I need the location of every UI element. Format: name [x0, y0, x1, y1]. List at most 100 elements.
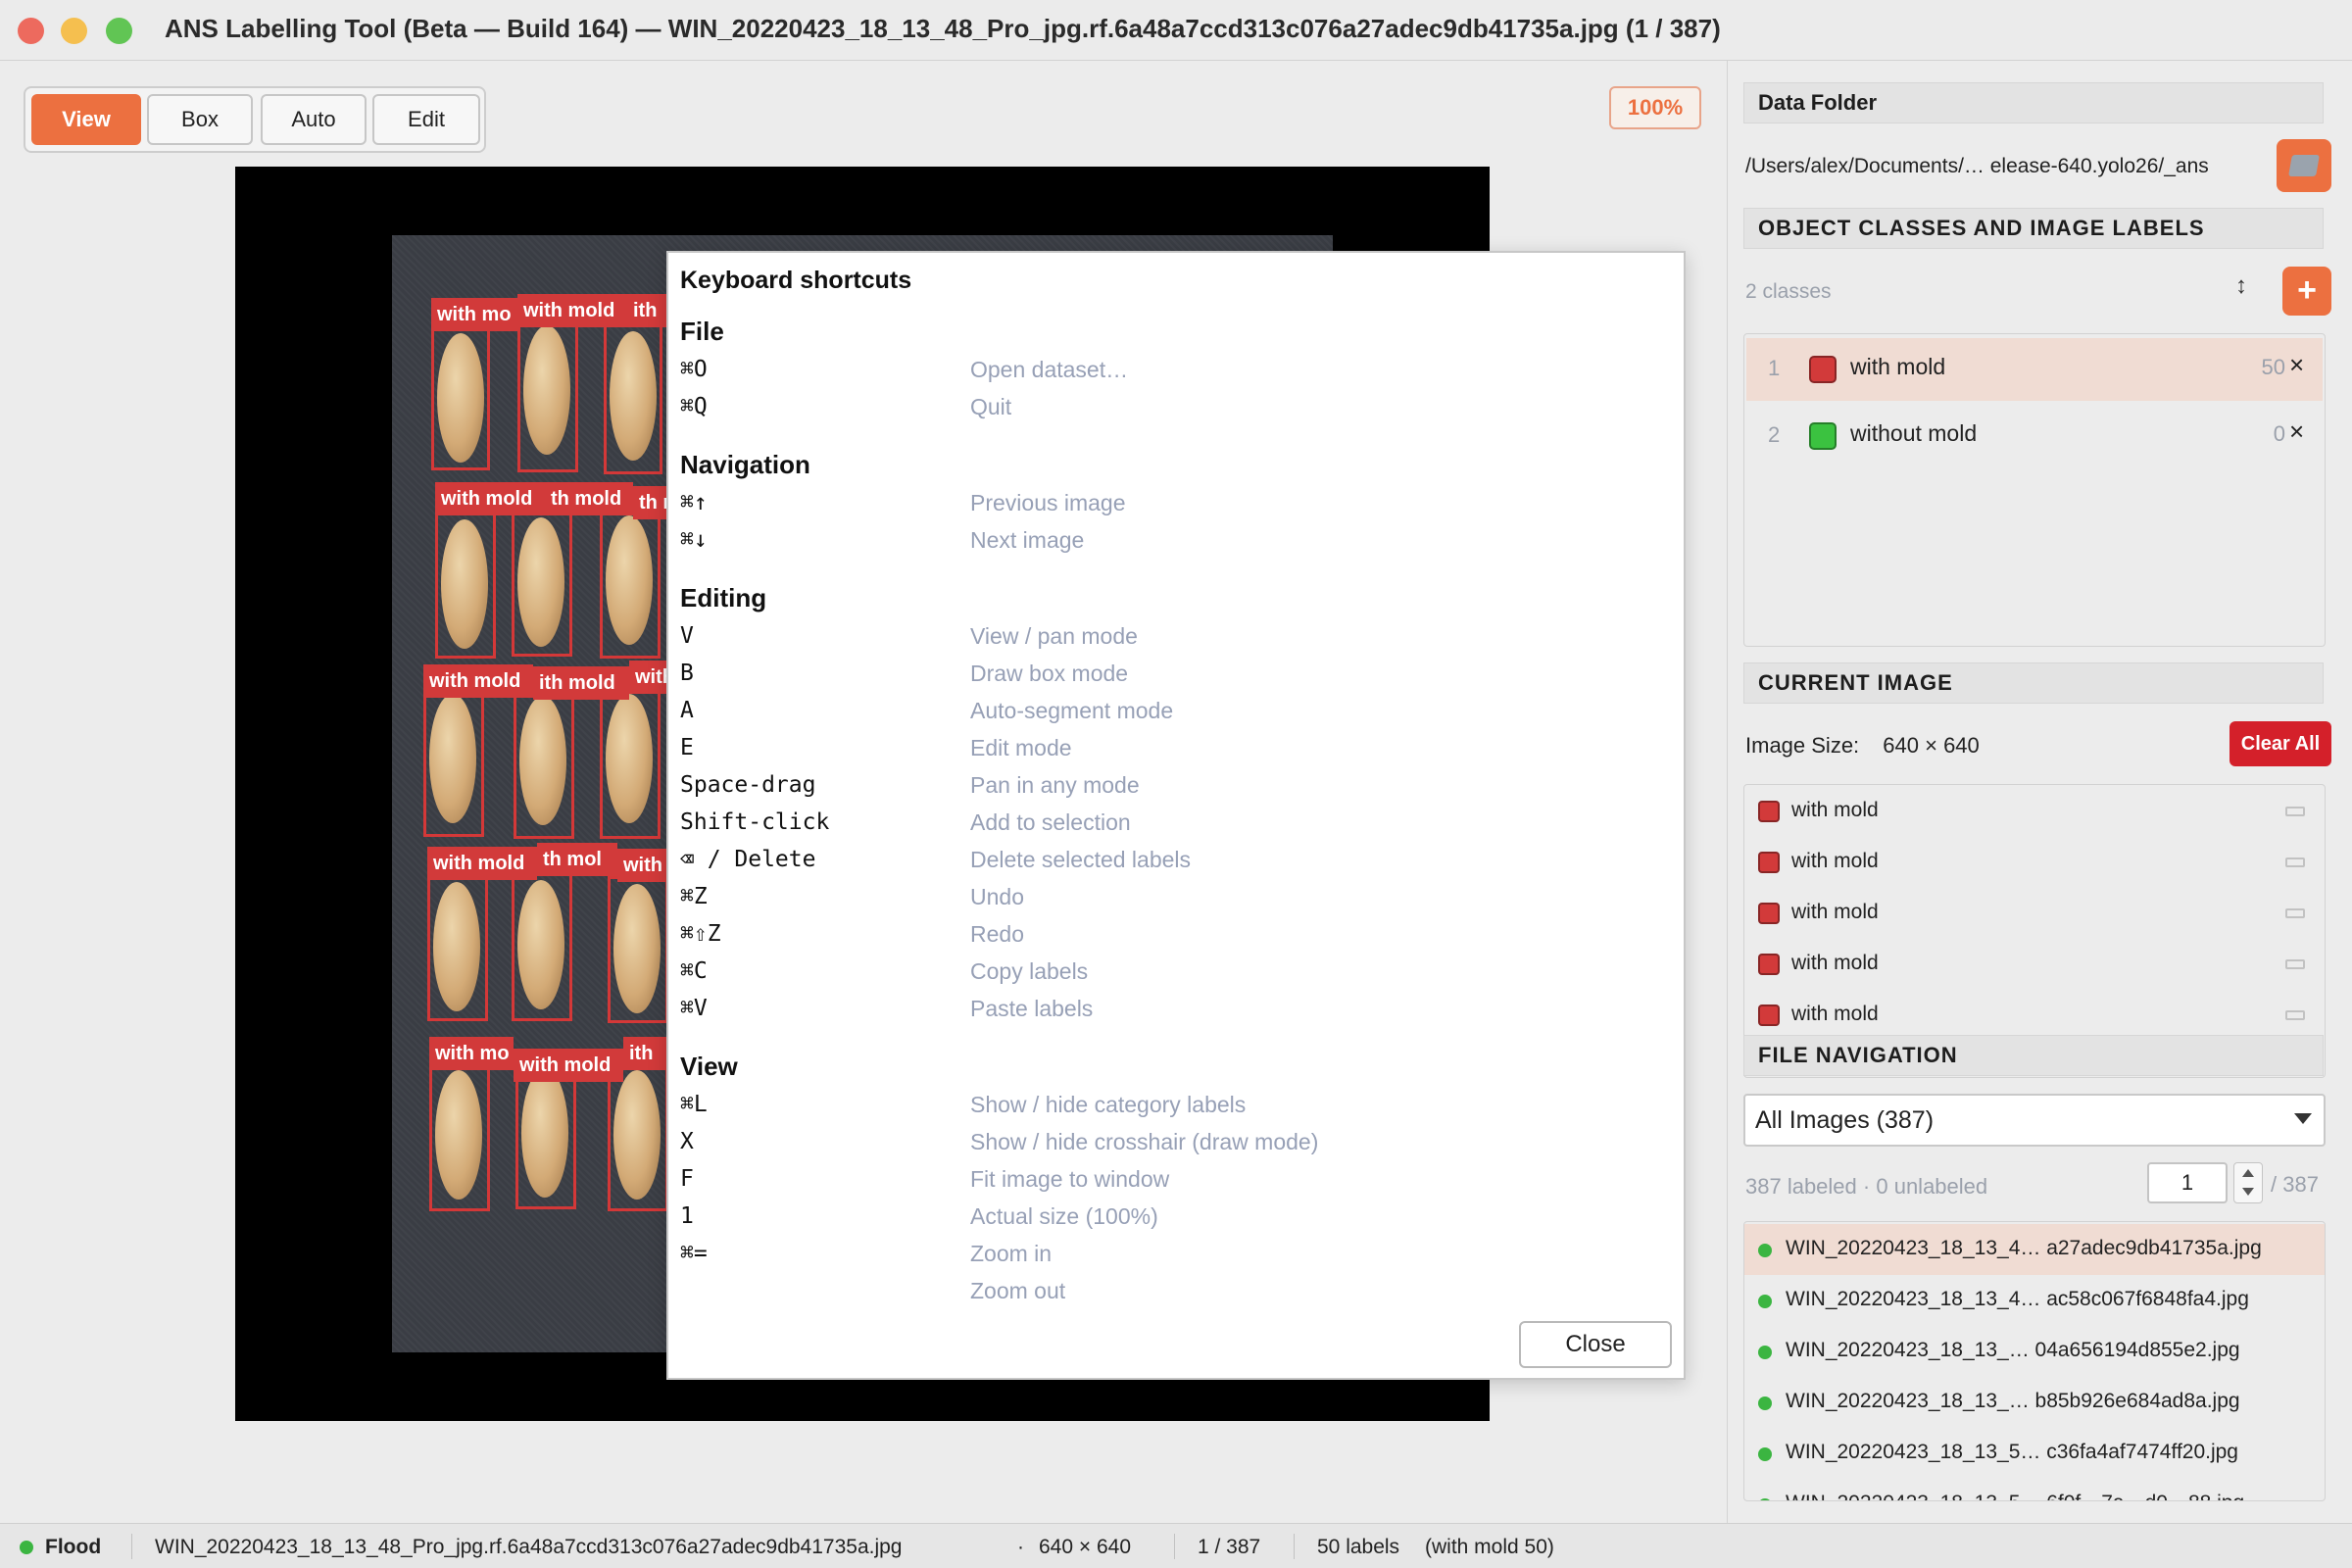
object-classes-header: OBJECT CLASSES AND IMAGE LABELS: [1743, 208, 2324, 249]
stepper-up-icon[interactable]: [2242, 1169, 2254, 1177]
minimize-window-button[interactable]: [61, 18, 87, 44]
shortcut-row: V View / pan mode: [680, 617, 1670, 655]
image-filter-select[interactable]: All Images (387): [1743, 1094, 2326, 1147]
mode-view-button[interactable]: View: [31, 94, 141, 145]
shortcut-key: ⌘Q: [680, 394, 708, 419]
sort-icon[interactable]: ↕: [2235, 272, 2247, 300]
section-title: File: [680, 317, 724, 346]
bounding-box[interactable]: [512, 872, 572, 1021]
zoom-level-badge[interactable]: 100%: [1609, 86, 1701, 129]
shortcut-action: Actual size (100%): [970, 1203, 1158, 1229]
bounding-box[interactable]: [435, 512, 496, 659]
image-label-list[interactable]: with mold with mold with mold with mold …: [1743, 784, 2326, 1078]
page-number-input[interactable]: 1: [2147, 1162, 2228, 1203]
shortcut-action: Delete selected labels: [970, 847, 1192, 872]
zoom-window-button[interactable]: [106, 18, 132, 44]
label-name: with mold: [1791, 850, 1879, 872]
shortcut-row: ⌘O Open dataset…: [680, 351, 1670, 388]
shortcut-key: Shift-click: [680, 809, 830, 835]
mode-auto-button[interactable]: Auto: [261, 94, 367, 145]
clear-all-button[interactable]: Clear All: [2230, 721, 2331, 766]
class-row-without-mold[interactable]: 2 without mold 0 ×: [1746, 405, 2323, 467]
file-row[interactable]: WIN_20220423_18_13_4… ac58c067f6848fa4.j…: [1744, 1275, 2325, 1326]
label-row[interactable]: with mold: [1744, 787, 2325, 838]
keyboard-shortcuts-dialog: Keyboard shortcuts File ⌘O Open dataset… …: [666, 251, 1686, 1380]
file-row[interactable]: WIN_20220423_18_13_4… a27adec9db41735a.j…: [1744, 1224, 2325, 1275]
box-label: with mold: [427, 847, 537, 880]
labeled-count: 387 labeled: [1745, 1174, 1857, 1199]
file-row[interactable]: WIN_20220423_18_13_… 04a656194d855e2.jpg: [1744, 1326, 2325, 1377]
bounding-box[interactable]: [600, 690, 661, 839]
bounding-box[interactable]: [604, 319, 662, 474]
box-label: with mold: [435, 482, 545, 515]
shortcut-key: ⌘O: [680, 357, 708, 382]
delete-class-icon[interactable]: ×: [2289, 350, 2304, 380]
mode-box-button[interactable]: Box: [147, 94, 253, 145]
shortcut-key: ⌫ / Delete: [680, 847, 816, 872]
class-index: 2: [1768, 422, 1781, 447]
shortcut-key: F: [680, 1166, 694, 1192]
status-file: WIN_20220423_18_13_48_Pro_jpg.rf.6a48a7c…: [155, 1536, 903, 1558]
bounding-box[interactable]: [423, 690, 484, 837]
bounding-box[interactable]: [517, 316, 578, 472]
stats-separator: ·: [1862, 1174, 1871, 1199]
label-row[interactable]: with mold: [1744, 889, 2325, 940]
bounding-box[interactable]: [431, 323, 490, 470]
shortcut-action: View / pan mode: [970, 623, 1138, 649]
label-color-swatch: [1758, 1004, 1780, 1026]
bounding-box[interactable]: [608, 876, 668, 1023]
label-stats: 387 labeled · 0 unlabeled: [1745, 1174, 1987, 1200]
shortcut-row: E Edit mode: [680, 729, 1670, 766]
shortcut-action: Fit image to window: [970, 1166, 1170, 1192]
shortcut-action: Show / hide crosshair (draw mode): [970, 1129, 1319, 1154]
label-color-swatch: [1758, 801, 1780, 822]
add-class-button[interactable]: +: [2282, 267, 2331, 316]
delete-class-icon[interactable]: ×: [2289, 416, 2304, 447]
class-color-swatch[interactable]: [1809, 422, 1837, 450]
bounding-box[interactable]: [514, 692, 574, 839]
shortcut-action: Redo: [970, 921, 1024, 947]
visibility-icon[interactable]: [2285, 1010, 2305, 1020]
shortcut-key: ⌘=: [680, 1241, 708, 1266]
shortcuts-list[interactable]: File ⌘O Open dataset… ⌘Q Quit Navigation ⌘…: [680, 312, 1670, 1301]
shortcut-key: ⌘⇧Z: [680, 921, 721, 947]
choose-folder-button[interactable]: [2277, 139, 2331, 192]
visibility-icon[interactable]: [2285, 858, 2305, 867]
label-color-swatch: [1758, 852, 1780, 873]
class-row-with-mold[interactable]: 1 with mold 50 ×: [1746, 338, 2323, 401]
file-row[interactable]: WIN_20220423_18_13_5… c36fa4af7474ff20.j…: [1744, 1428, 2325, 1479]
label-row[interactable]: with mold: [1744, 838, 2325, 889]
class-color-swatch[interactable]: [1809, 356, 1837, 383]
bounding-box[interactable]: [608, 1062, 668, 1211]
folder-icon: [2288, 155, 2320, 176]
bounding-box[interactable]: [600, 510, 661, 659]
shortcut-key: E: [680, 735, 694, 760]
shortcut-row: B Draw box mode: [680, 655, 1670, 692]
file-list[interactable]: WIN_20220423_18_13_4… a27adec9db41735a.j…: [1743, 1221, 2326, 1501]
shortcut-row: ⌘↑ Previous image: [680, 484, 1670, 521]
bounding-box[interactable]: [429, 1062, 490, 1211]
labeled-status-dot: [1758, 1396, 1772, 1410]
shortcut-key: A: [680, 698, 694, 723]
visibility-icon[interactable]: [2285, 908, 2305, 918]
bounding-box[interactable]: [515, 1060, 576, 1209]
label-row[interactable]: with mold: [1744, 940, 2325, 991]
labeled-status-dot: [1758, 1447, 1772, 1461]
close-button[interactable]: Close: [1519, 1321, 1672, 1368]
file-row[interactable]: WIN_20220423_18_13_5… 6f0f…7a…d0…88.jpg: [1744, 1479, 2325, 1500]
section-title: Navigation: [680, 450, 810, 479]
page-stepper[interactable]: [2233, 1162, 2263, 1203]
file-name: WIN_20220423_18_13_4… ac58c067f6848fa4.j…: [1786, 1288, 2249, 1310]
close-window-button[interactable]: [18, 18, 44, 44]
visibility-icon[interactable]: [2285, 807, 2305, 816]
stepper-down-icon[interactable]: [2242, 1188, 2254, 1196]
image-size-label: Image Size:: [1745, 733, 1860, 758]
file-name: WIN_20220423_18_13_5… 6f0f…7a…d0…88.jpg: [1786, 1492, 2244, 1500]
shortcut-action: Open dataset…: [970, 357, 1129, 382]
mode-edit-button[interactable]: Edit: [372, 94, 480, 145]
file-row[interactable]: WIN_20220423_18_13_… b85b926e684ad8a.jpg: [1744, 1377, 2325, 1428]
bounding-box[interactable]: [427, 874, 488, 1021]
bounding-box[interactable]: [512, 510, 572, 657]
visibility-icon[interactable]: [2285, 959, 2305, 969]
box-label: th mol: [537, 843, 617, 876]
